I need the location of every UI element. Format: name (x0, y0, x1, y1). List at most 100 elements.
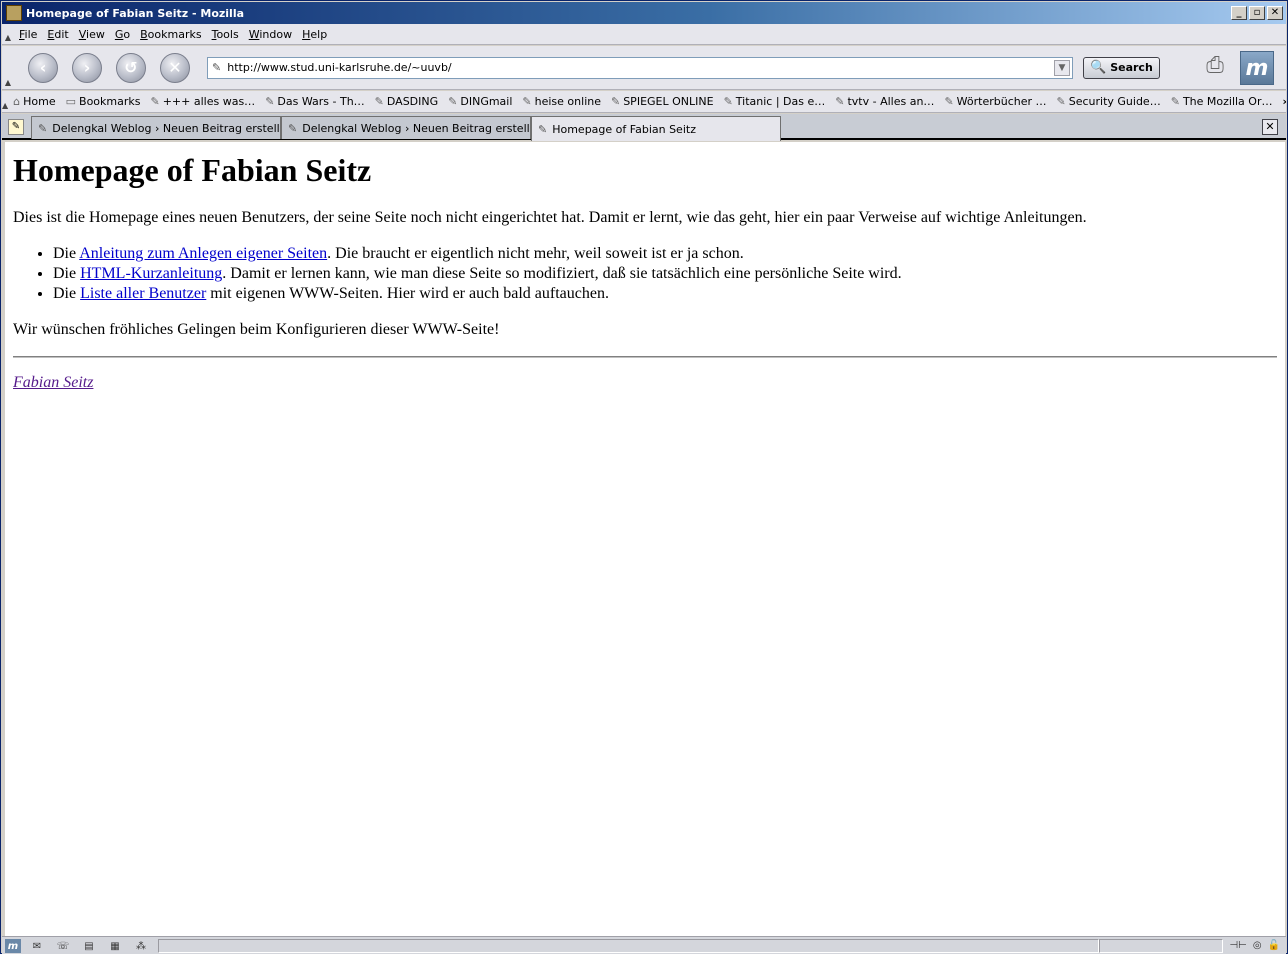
link-html-kurzanleitung[interactable]: HTML-Kurzanleitung (80, 265, 222, 282)
url-dropdown-button[interactable]: ▼ (1054, 59, 1070, 76)
bookmark-item[interactable]: ✎ Titanic | Das e… (719, 95, 831, 108)
chevron-down-icon: ▼ (1058, 62, 1066, 73)
url-bar[interactable]: ✎ http://www.stud.uni-karlsruhe.de/~uuvb… (207, 56, 1073, 79)
menu-file[interactable]: File (14, 28, 42, 41)
page-content: Homepage of Fabian Seitz Dies ist die Ho… (5, 142, 1285, 936)
restore-button[interactable]: ▫ (1249, 6, 1265, 20)
progress-bar (1099, 938, 1224, 953)
stop-icon: ✕ (168, 58, 182, 77)
composer-icon[interactable]: ▤ (79, 939, 99, 953)
menu-tools[interactable]: Tools (207, 28, 244, 41)
bookmark-label: Das Wars - Th… (277, 95, 365, 108)
minimize-button[interactable]: _ (1231, 6, 1247, 20)
reload-icon: ↺ (124, 58, 138, 77)
tab-label: Homepage of Fabian Seitz (552, 122, 696, 136)
signature-link[interactable]: Fabian Seitz (13, 374, 93, 391)
irc-icon[interactable]: ⁂ (131, 939, 151, 953)
page-icon: ✎ (288, 121, 298, 135)
intro-paragraph: Dies ist die Homepage eines neuen Benutz… (13, 209, 1087, 226)
tab-label: Delengkal Weblog › Neuen Beitrag erstell… (302, 121, 531, 135)
menu-view[interactable]: View (74, 28, 110, 41)
tab-homepage-fabian-seitz[interactable]: ✎ Homepage of Fabian Seitz (531, 116, 781, 141)
bookmark-item[interactable]: ✎ tvtv - Alles an… (830, 95, 939, 108)
list-item-prefix: Die (53, 265, 81, 282)
bookmark-item[interactable]: ✎ Security Guide… (1052, 95, 1166, 108)
bookmark-icon: ✎ (944, 95, 954, 108)
bookmark-item[interactable]: ✎ heise online (517, 95, 606, 108)
tab-delengkal-2[interactable]: ✎ Delengkal Weblog › Neuen Beitrag erste… (281, 116, 531, 139)
bookmark-home[interactable]: ⌂ Home (8, 95, 60, 108)
link-liste-aller-benutzer[interactable]: Liste aller Benutzer (80, 285, 206, 302)
reload-button[interactable]: ↺ (116, 52, 146, 83)
toolbar-grip[interactable]: ▲ (2, 24, 14, 44)
bookmark-item[interactable]: ✎ DINGmail (443, 95, 517, 108)
bookmark-icon: ✎ (835, 95, 845, 108)
list-item-suffix: . Die braucht er eigentlich nicht mehr, … (327, 245, 744, 262)
bookmark-icon: ✎ (610, 95, 621, 108)
search-button[interactable]: 🔍 Search (1083, 56, 1160, 79)
bookmark-label: DINGmail (460, 95, 513, 108)
bookmark-icon: ✎ (448, 95, 458, 108)
chat-icon[interactable]: ☏ (53, 939, 73, 953)
bookmark-label: +++ alles was… (162, 95, 256, 108)
list-item-prefix: Die (53, 245, 80, 262)
bookmarks-overflow-button[interactable]: » (1277, 95, 1286, 108)
menu-bookmarks[interactable]: Bookmarks (135, 28, 206, 41)
window-controls: _ ▫ ✕ (1231, 6, 1283, 20)
status-text (158, 938, 1100, 953)
online-icon[interactable]: ⊣⊢ (1229, 940, 1246, 951)
status-bar: m ✉ ☏ ▤ ▦ ⁂ ⊣⊢ ◎ 🔓 (2, 936, 1286, 954)
menu-bar: ▲ File Edit View Go Bookmarks Tools Wind… (2, 24, 1286, 45)
folder-icon: ▭ (65, 95, 77, 108)
bookmark-item[interactable]: ✎ SPIEGEL ONLINE (606, 95, 719, 108)
title-bar: Homepage of Fabian Seitz - Mozilla _ ▫ ✕ (2, 2, 1286, 24)
close-tab-button[interactable]: ✕ (1262, 119, 1278, 135)
bookmark-item[interactable]: ✎ DASDING (370, 95, 443, 108)
bookmark-icon: ✎ (522, 95, 532, 108)
bookmark-folder[interactable]: ▭ Bookmarks (61, 95, 146, 108)
print-icon[interactable]: ⎙ (1198, 53, 1232, 83)
bookmark-item[interactable]: ✎ Das Wars - Th… (260, 95, 369, 108)
mail-icon[interactable]: ✉ (27, 939, 47, 953)
url-text[interactable]: http://www.stud.uni-karlsruhe.de/~uuvb/ (227, 61, 1054, 74)
navigator-icon[interactable]: m (5, 938, 21, 953)
bookmarks-toolbar: ▲ ⌂ Home ▭ Bookmarks ✎ +++ alles was… ✎ Das … (2, 91, 1286, 113)
page-icon: ✎ (212, 61, 222, 74)
search-icon: 🔍 (1090, 60, 1107, 75)
list-item: Die HTML-Kurzanleitung. Damit er lernen … (53, 264, 1277, 284)
search-label: Search (1110, 61, 1153, 74)
toolbar-grip[interactable]: ▲ (2, 46, 14, 89)
menu-window[interactable]: Window (244, 28, 297, 41)
cookie-icon[interactable]: ◎ (1253, 940, 1262, 951)
list-item-prefix: Die (53, 285, 81, 302)
menu-go[interactable]: Go (110, 28, 135, 41)
menu-edit[interactable]: Edit (42, 28, 73, 41)
tab-label: Delengkal Weblog › Neuen Beitrag erstell… (52, 121, 281, 135)
page-icon: ✎ (538, 122, 548, 136)
arrow-right-icon: › (83, 58, 91, 77)
address-book-icon[interactable]: ▦ (105, 939, 125, 953)
bookmark-label: Wörterbücher … (956, 95, 1047, 108)
bookmark-item[interactable]: ✎ Wörterbücher … (939, 95, 1051, 108)
bookmark-item[interactable]: ✎ +++ alles was… (146, 95, 261, 108)
list-item-suffix: mit eigenen WWW-Seiten. Hier wird er auc… (206, 285, 609, 302)
link-list: Die Anleitung zum Anlegen eigener Seiten… (53, 244, 1277, 304)
mozilla-logo-icon[interactable]: m (1240, 50, 1274, 85)
stop-button[interactable]: ✕ (160, 52, 190, 83)
bookmark-label: Titanic | Das e… (735, 95, 826, 108)
list-item-suffix: . Damit er lernen kann, wie man diese Se… (222, 265, 902, 282)
bookmark-label: Bookmarks (79, 95, 141, 108)
bookmark-label: heise online (534, 95, 601, 108)
list-item: Die Liste aller Benutzer mit eigenen WWW… (53, 284, 1277, 304)
new-tab-icon[interactable]: ✎ (8, 119, 24, 135)
bookmark-label: Security Guide… (1068, 95, 1161, 108)
bookmark-item[interactable]: ✎ The Mozilla Or… (1166, 95, 1278, 108)
close-button[interactable]: ✕ (1267, 6, 1283, 20)
back-button[interactable]: ‹ (28, 52, 58, 83)
tab-delengkal-1[interactable]: ✎ Delengkal Weblog › Neuen Beitrag erste… (31, 116, 281, 139)
lock-icon[interactable]: 🔓 (1268, 940, 1280, 951)
forward-button[interactable]: › (72, 52, 102, 83)
link-anleitung[interactable]: Anleitung zum Anlegen eigener Seiten (79, 245, 327, 262)
bookmark-label: DASDING (386, 95, 439, 108)
menu-help[interactable]: Help (297, 28, 332, 41)
